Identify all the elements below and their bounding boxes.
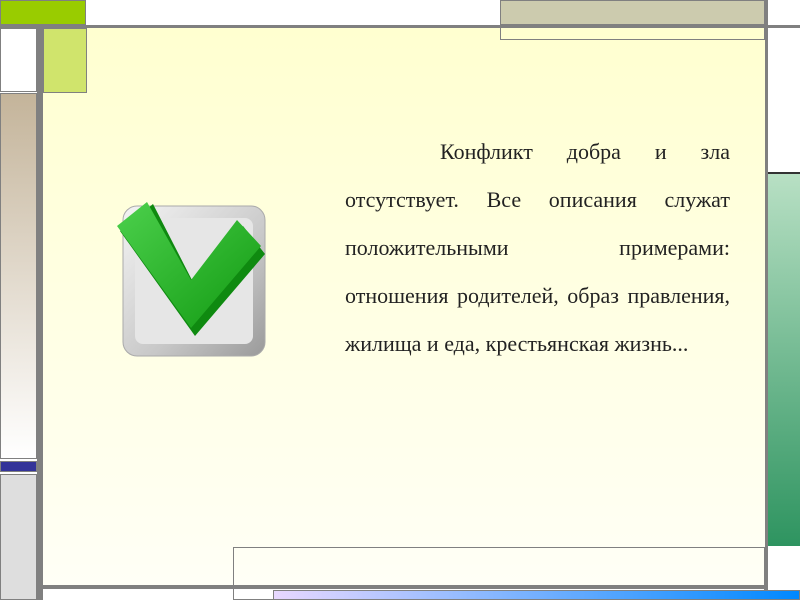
left-white-block [0,28,37,92]
right-green-block [768,172,800,546]
left-light-green-block [43,28,87,93]
top-green-block [0,0,86,25]
top-outline-block [500,27,765,40]
left-tan-block [0,93,37,459]
slide-paragraph: Конфликт добра и зла отсутствует. Все оп… [345,139,730,356]
top-beige-block [500,0,765,25]
left-divider [37,28,43,600]
top-divider [0,25,800,28]
left-blue-block [0,461,37,472]
bottom-divider [43,585,768,589]
bottom-gradient-block [273,590,800,600]
green-checkmark-icon [115,196,270,361]
left-gray-block [0,474,37,600]
